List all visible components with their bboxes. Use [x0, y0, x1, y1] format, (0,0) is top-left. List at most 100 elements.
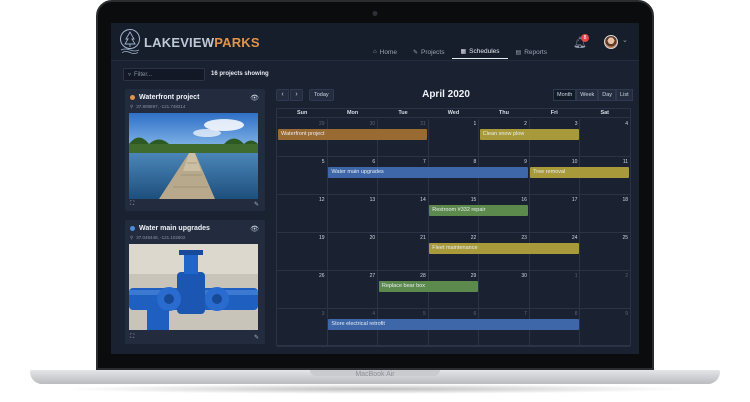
calendar-day-cell[interactable]: 20 — [328, 233, 379, 270]
nav-home[interactable]: ⌂ Home — [365, 47, 405, 59]
day-number: 23 — [521, 235, 527, 241]
calendar-day-cell[interactable]: 25 — [580, 233, 630, 270]
day-number: 30 — [521, 273, 527, 279]
day-number: 29 — [319, 121, 325, 127]
eye-icon[interactable]: 👁︎ — [250, 94, 259, 102]
filter-input[interactable]: ▿ Filter... — [123, 68, 205, 81]
day-number: 3 — [321, 311, 325, 317]
view-week-button[interactable]: Week — [576, 89, 599, 101]
calendar-title: April 2020 — [422, 89, 470, 100]
map-icon[interactable]: ⛶ — [130, 201, 134, 208]
card-coords-text: 37.808897, -121.748214 — [136, 104, 186, 109]
day-number: 26 — [319, 273, 325, 279]
wrench-icon: ✎ — [412, 49, 418, 56]
day-number: 1 — [473, 121, 477, 127]
calendar-event[interactable]: Fleet maintenance — [429, 243, 579, 254]
project-card[interactable]: Water main upgrades 👁︎ ⚲ 37.048448, -121… — [125, 220, 265, 344]
day-number: 22 — [470, 235, 477, 241]
day-number: 19 — [319, 235, 325, 241]
calendar-day-cell[interactable]: 14 — [378, 195, 429, 232]
brand-name-part2: PARKS — [214, 35, 260, 50]
nav-schedules[interactable]: ▦ Schedules — [452, 47, 508, 59]
notification-badge: 8 — [581, 34, 589, 42]
calendar-day-cell[interactable]: 9 — [580, 309, 630, 346]
calendar-event[interactable]: Store electrical retrofit — [328, 319, 579, 330]
day-number: 6 — [372, 159, 376, 165]
day-number: 1 — [574, 273, 578, 279]
calendar-day-cell[interactable]: 12 — [277, 195, 328, 232]
device-label: MacBook Air — [355, 371, 395, 378]
edit-icon[interactable]: ✎ — [254, 334, 259, 341]
calendar-day-cell[interactable]: 3 — [277, 309, 328, 346]
calendar-day-cell[interactable]: 19 — [277, 233, 328, 270]
camera — [372, 11, 378, 16]
day-number: 13 — [369, 197, 376, 203]
nav-projects[interactable]: ✎ Projects — [405, 47, 453, 59]
card-title-text: Water main upgrades — [139, 225, 210, 232]
map-pin-icon: ⚲ — [130, 235, 134, 240]
app-screen: LAKEVIEWPARKS ⌂ Home ✎ Projects ▦ Schedu… — [111, 23, 639, 354]
chevron-down-icon[interactable]: ⌄ — [622, 36, 628, 44]
calendar-event[interactable]: Water main upgrades — [328, 167, 529, 178]
eye-icon[interactable]: 👁︎ — [250, 225, 259, 233]
calendar-day-cell[interactable]: 26 — [277, 271, 328, 308]
day-number: 4 — [372, 311, 376, 317]
day-number: 2 — [625, 273, 629, 279]
calendar-prev-button[interactable]: ‹ — [276, 89, 289, 101]
calendar-day-cell[interactable]: 27 — [328, 271, 379, 308]
calendar-day-cell[interactable]: 13 — [328, 195, 379, 232]
calendar-day-cell[interactable]: 18 — [580, 195, 630, 232]
day-number: 3 — [574, 121, 578, 127]
day-number: 5 — [321, 159, 325, 165]
edit-icon[interactable]: ✎ — [254, 201, 259, 208]
calendar-day-cell[interactable]: 5 — [277, 157, 328, 194]
calendar-day-cell[interactable]: 1 — [429, 119, 480, 156]
calendar-day-cell[interactable]: 4 — [580, 119, 630, 156]
calendar-event[interactable]: Restroom #332 repair — [429, 205, 529, 216]
day-number: 28 — [420, 273, 426, 279]
weekday-label: Sat — [600, 110, 610, 116]
main-nav: ⌂ Home ✎ Projects ▦ Schedules ▤ Reports — [365, 47, 555, 59]
calendar-event[interactable]: Replace bear box — [378, 281, 478, 292]
weekday-header: Sun Mon Tue Wed Thu Fri Sat — [277, 109, 630, 118]
park-logo-icon — [120, 29, 140, 54]
card-coords: ⚲ 37.808897, -121.748214 — [130, 104, 185, 110]
calendar-day-cell[interactable]: 2 — [580, 271, 630, 308]
day-number: 16 — [521, 197, 527, 203]
project-card[interactable]: Waterfront project 👁︎ ⚲ 37.808897, -121.… — [125, 89, 265, 211]
calendar-today-button[interactable]: Today — [309, 89, 334, 101]
filter-icon: ▿ — [128, 72, 132, 78]
calendar-day-cell[interactable]: 21 — [378, 233, 429, 270]
day-number: 14 — [420, 197, 426, 203]
nav-reports[interactable]: ▤ Reports — [508, 47, 555, 59]
calendar-day-cell[interactable]: 30 — [479, 271, 530, 308]
day-number: 5 — [422, 311, 426, 317]
calendar-next-button[interactable]: › — [290, 89, 303, 101]
card-title-text: Waterfront project — [139, 94, 200, 101]
view-month-button[interactable]: Month — [553, 89, 577, 101]
calendar-view-switcher: Month Week Day List — [553, 89, 633, 101]
calendar-event[interactable]: Tree removal — [530, 167, 629, 178]
nav-schedules-label: Schedules — [469, 48, 500, 55]
map-icon[interactable]: ⛶ — [130, 334, 134, 341]
calendar-day-cell[interactable]: 17 — [530, 195, 581, 232]
day-number: 7 — [524, 311, 527, 317]
calendar-day-cell[interactable]: 1 — [530, 271, 581, 308]
day-number: 18 — [622, 197, 629, 203]
weekday-label: Sun — [297, 110, 308, 116]
projects-count: 16 projects showing — [211, 71, 269, 77]
calendar-event[interactable]: Waterfront project — [278, 129, 428, 140]
brand-name[interactable]: LAKEVIEWPARKS — [144, 35, 260, 50]
day-number: 24 — [571, 235, 578, 241]
weekday-label: Mon — [346, 110, 359, 116]
avatar[interactable] — [604, 35, 618, 49]
view-day-button[interactable]: Day — [598, 89, 617, 101]
day-number: 8 — [473, 159, 477, 165]
weekday-label: Thu — [498, 110, 509, 116]
document-icon: ▤ — [515, 49, 522, 56]
calendar-event[interactable]: Clean snow plow — [479, 129, 579, 140]
view-list-button[interactable]: List — [616, 89, 633, 101]
day-number: 9 — [625, 311, 629, 317]
status-dot — [130, 95, 135, 100]
home-icon: ⌂ — [373, 49, 377, 55]
